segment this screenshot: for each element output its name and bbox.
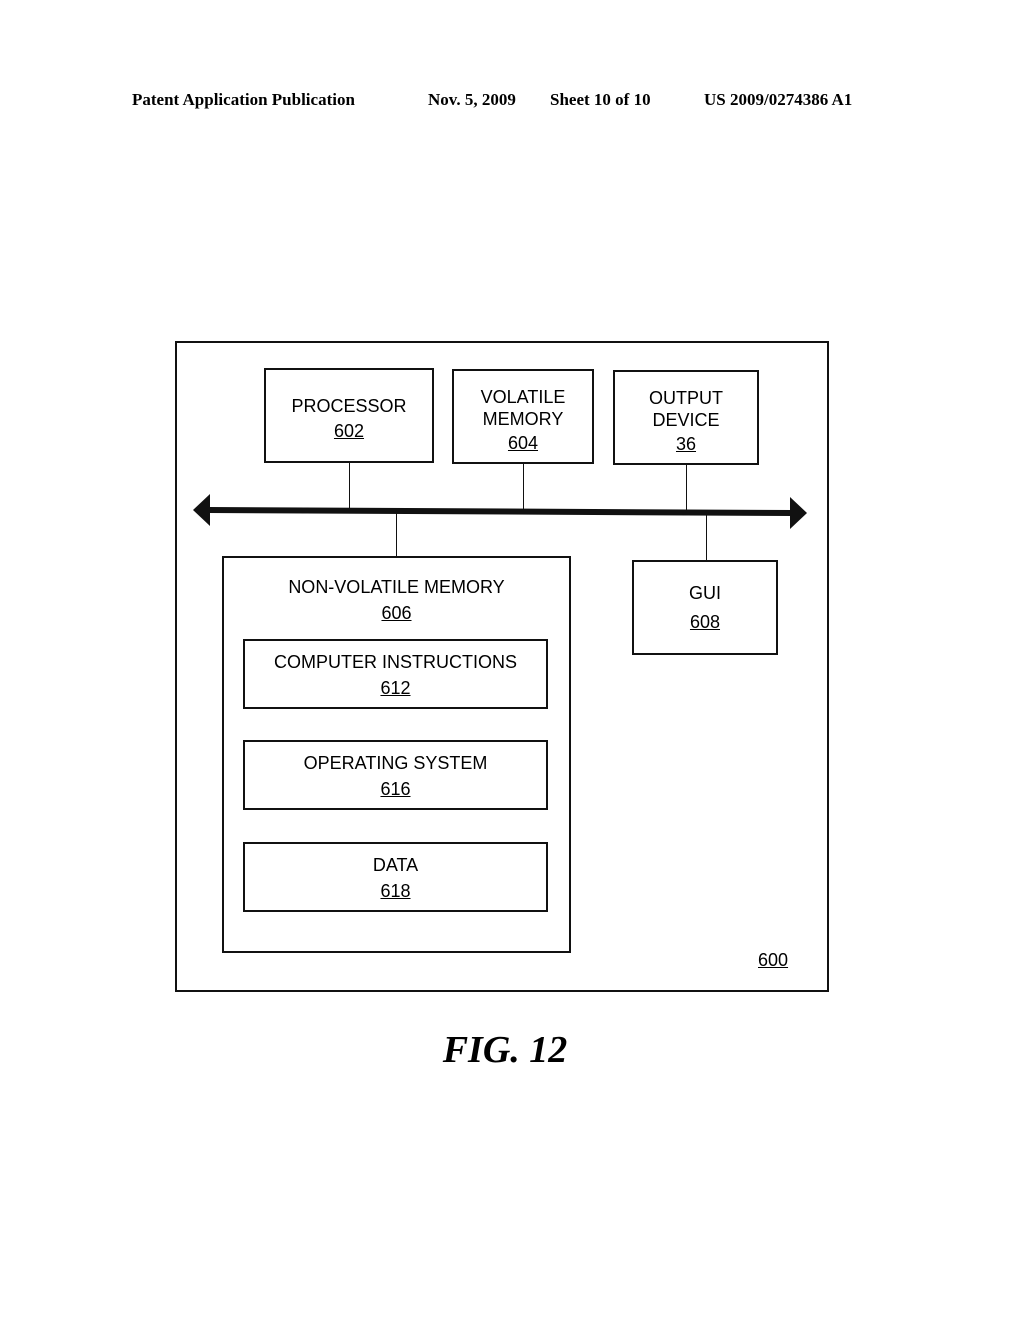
processor-title: PROCESSOR — [291, 396, 407, 416]
volatile-memory-title-line2: MEMORY — [482, 409, 564, 429]
gui-title: GUI — [688, 583, 721, 603]
processor-block: PROCESSOR 602 — [264, 368, 434, 463]
data-ref: 618 — [380, 881, 411, 901]
bus-shaft — [208, 507, 792, 516]
system-ref: 600 — [758, 950, 789, 970]
computer-instructions-block: COMPUTER INSTRUCTIONS 612 — [243, 639, 548, 709]
operating-system-ref: 616 — [380, 779, 411, 799]
operating-system-block: OPERATING SYSTEM 616 — [243, 740, 548, 810]
output-device-ref: 36 — [675, 434, 697, 454]
output-device-title-line2: DEVICE — [652, 410, 720, 430]
data-title: DATA — [372, 855, 419, 875]
processor-ref: 602 — [333, 421, 365, 441]
gui-block: GUI 608 — [632, 560, 778, 655]
non-volatile-memory-ref: 606 — [381, 603, 412, 623]
volatile-memory-block: VOLATILE MEMORY 604 — [452, 369, 594, 464]
non-volatile-memory-title: NON-VOLATILE MEMORY — [288, 577, 505, 597]
computer-instructions-ref: 612 — [380, 678, 411, 698]
data-block: DATA 618 — [243, 842, 548, 912]
operating-system-title: OPERATING SYSTEM — [303, 753, 488, 773]
volatile-memory-title-line1: VOLATILE — [480, 387, 566, 407]
output-device-block: OUTPUT DEVICE 36 — [613, 370, 759, 465]
gui-ref: 608 — [689, 612, 721, 632]
volatile-memory-ref: 604 — [507, 433, 539, 453]
computer-instructions-title: COMPUTER INSTRUCTIONS — [274, 652, 517, 672]
figure-caption: FIG. 12 — [442, 1029, 568, 1071]
bus-arrow-left — [193, 494, 210, 526]
output-device-title-line1: OUTPUT — [649, 388, 723, 408]
bus-arrow-right — [790, 497, 807, 529]
